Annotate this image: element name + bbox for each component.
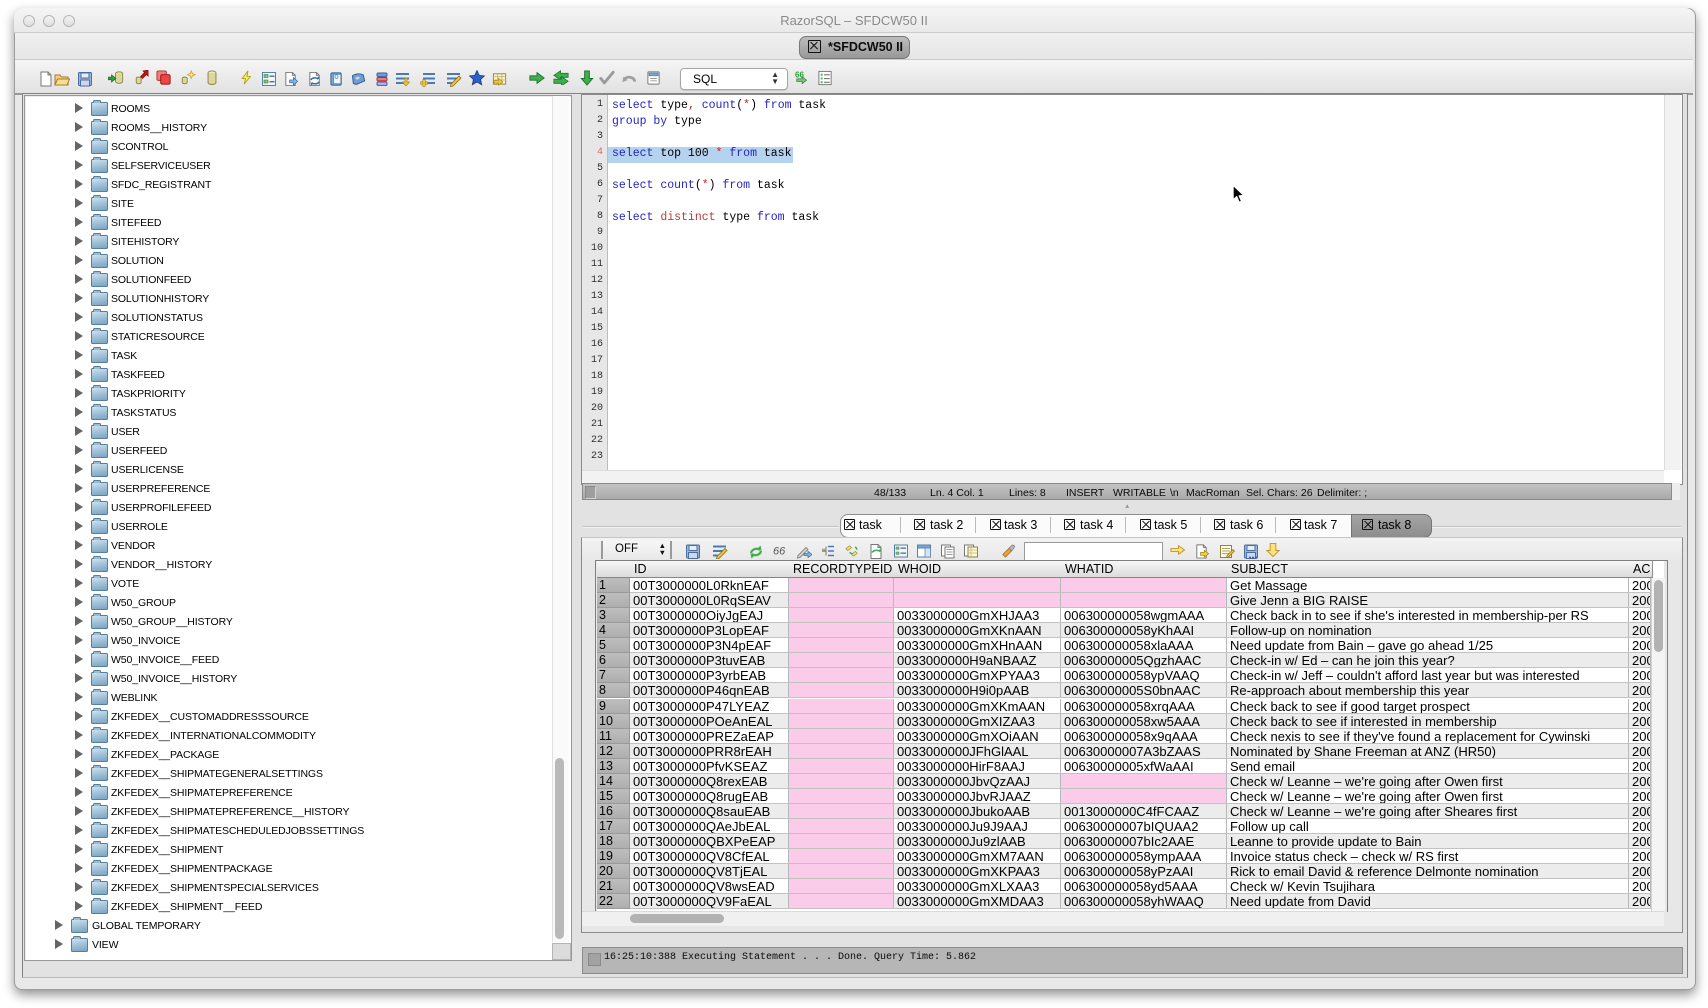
svg-text:66: 66	[773, 546, 786, 558]
